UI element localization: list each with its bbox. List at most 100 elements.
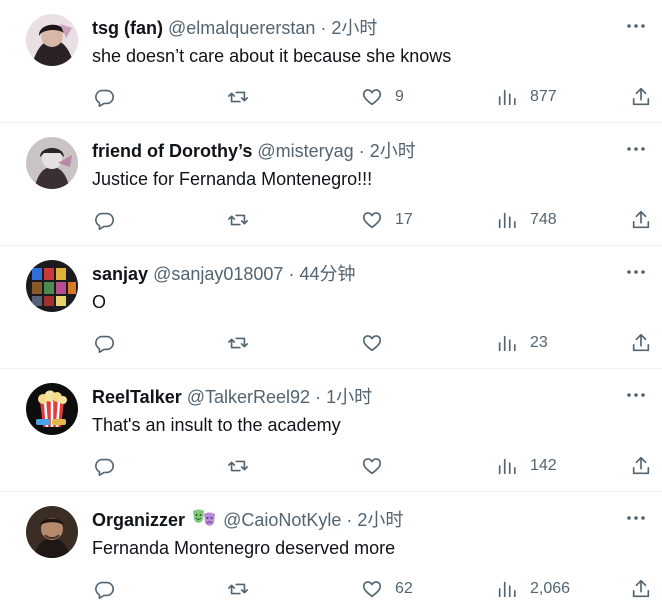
views-button[interactable]: 748 <box>496 207 557 233</box>
retweet-button[interactable] <box>227 330 249 356</box>
like-button[interactable]: 17 <box>361 207 413 233</box>
author-name[interactable]: friend of Dorothy’s <box>92 141 252 161</box>
views-count: 877 <box>530 88 557 105</box>
timestamp[interactable]: 44分钟 <box>299 264 355 284</box>
reply-icon <box>95 335 114 353</box>
reply-button[interactable] <box>93 84 115 110</box>
reply-button[interactable] <box>93 576 115 602</box>
views-count: 748 <box>530 211 557 228</box>
action-bar: 142 <box>0 453 662 479</box>
reply-icon <box>95 581 114 599</box>
author-name[interactable]: sanjay <box>92 264 148 284</box>
reply-feed: tsg (fan) @elmalquererstan · 2小时 she doe… <box>0 0 662 615</box>
timestamp[interactable]: 2小时 <box>357 510 403 530</box>
author-handle[interactable]: @CaioNotKyle <box>223 510 341 530</box>
separator-dot: · <box>288 264 295 284</box>
author-handle[interactable]: @elmalquererstan <box>168 18 315 38</box>
share-icon <box>632 210 650 229</box>
author-name[interactable]: tsg (fan) <box>92 18 163 38</box>
avatar[interactable] <box>26 14 78 66</box>
separator-dot: · <box>346 510 353 530</box>
tweet-item[interactable]: sanjay @sanjay018007 · 44分钟 O 23 <box>0 246 662 369</box>
author-handle[interactable]: @misteryag <box>257 141 353 161</box>
more-icon[interactable] <box>624 260 648 284</box>
avatar[interactable] <box>26 383 78 435</box>
retweet-button[interactable] <box>227 207 249 233</box>
tweet-item[interactable]: Organizzer @CaioNotKyle · 2小时 Fernanda M… <box>0 492 662 615</box>
retweet-button[interactable] <box>227 84 249 110</box>
action-bar: 23 <box>0 330 662 356</box>
views-button[interactable]: 23 <box>496 330 548 356</box>
views-icon <box>498 335 516 352</box>
reply-icon <box>95 89 114 107</box>
tweet-header: ReelTalker @TalkerReel92 · 1小时 <box>92 386 602 408</box>
tweet-text: Justice for Fernanda Montenegro!!! <box>92 169 373 189</box>
retweet-icon <box>228 337 248 349</box>
reply-icon <box>95 212 114 230</box>
share-button[interactable] <box>630 207 652 233</box>
retweet-icon <box>228 583 248 595</box>
tweet-text: O <box>92 292 107 312</box>
timestamp[interactable]: 1小时 <box>326 387 372 407</box>
heart-icon <box>362 458 382 475</box>
retweet-icon <box>228 460 248 472</box>
avatar[interactable] <box>26 506 78 558</box>
views-button[interactable]: 142 <box>496 453 557 479</box>
author-handle[interactable]: @TalkerReel92 <box>187 387 310 407</box>
separator-dot: · <box>358 141 365 161</box>
views-count: 2,066 <box>530 580 571 597</box>
more-icon[interactable] <box>624 383 648 407</box>
tweet-header: friend of Dorothy’s @misteryag · 2小时 <box>92 140 602 162</box>
timestamp[interactable]: 2小时 <box>331 18 377 38</box>
separator-dot: · <box>320 18 327 38</box>
theater-masks-icon <box>192 509 216 534</box>
heart-icon <box>362 89 382 106</box>
tweet-text: she doesn’t care about it because she kn… <box>92 46 452 66</box>
tweet-text: That's an insult to the academy <box>92 415 341 435</box>
avatar[interactable] <box>26 260 78 312</box>
heart-icon <box>362 212 382 229</box>
views-icon <box>498 581 516 598</box>
retweet-icon <box>228 214 248 226</box>
retweet-button[interactable] <box>227 576 249 602</box>
share-button[interactable] <box>630 576 652 602</box>
author-name[interactable]: Organizzer <box>92 510 185 530</box>
author-name[interactable]: ReelTalker <box>92 387 182 407</box>
action-bar: 62 2,066 <box>0 576 662 602</box>
share-button[interactable] <box>630 453 652 479</box>
like-button[interactable] <box>361 330 395 356</box>
like-button[interactable] <box>361 453 395 479</box>
views-count: 142 <box>530 457 557 474</box>
retweet-icon <box>228 91 248 103</box>
more-icon[interactable] <box>624 137 648 161</box>
share-icon <box>632 87 650 106</box>
views-button[interactable]: 877 <box>496 84 557 110</box>
share-button[interactable] <box>630 330 652 356</box>
views-icon <box>498 458 516 475</box>
views-button[interactable]: 2,066 <box>496 576 570 602</box>
like-button[interactable]: 62 <box>361 576 413 602</box>
like-button[interactable]: 9 <box>361 84 404 110</box>
like-count: 17 <box>395 211 413 228</box>
tweet-item[interactable]: friend of Dorothy’s @misteryag · 2小时 Jus… <box>0 123 662 246</box>
share-icon <box>632 333 650 352</box>
heart-icon <box>362 335 382 352</box>
author-handle[interactable]: @sanjay018007 <box>153 264 283 284</box>
tweet-item[interactable]: ReelTalker @TalkerReel92 · 1小时 That's an… <box>0 369 662 492</box>
reply-button[interactable] <box>93 207 115 233</box>
reply-button[interactable] <box>93 330 115 356</box>
retweet-button[interactable] <box>227 453 249 479</box>
reply-button[interactable] <box>93 453 115 479</box>
like-count: 9 <box>395 88 404 105</box>
tweet-header: sanjay @sanjay018007 · 44分钟 <box>92 263 602 285</box>
more-icon[interactable] <box>624 506 648 530</box>
views-icon <box>498 89 516 106</box>
like-count: 62 <box>395 580 413 597</box>
avatar[interactable] <box>26 137 78 189</box>
more-icon[interactable] <box>624 14 648 38</box>
tweet-text: Fernanda Montenegro deserved more <box>92 538 396 558</box>
tweet-item[interactable]: tsg (fan) @elmalquererstan · 2小时 she doe… <box>0 0 662 123</box>
views-count: 23 <box>530 334 548 351</box>
share-button[interactable] <box>630 84 652 110</box>
timestamp[interactable]: 2小时 <box>370 141 416 161</box>
